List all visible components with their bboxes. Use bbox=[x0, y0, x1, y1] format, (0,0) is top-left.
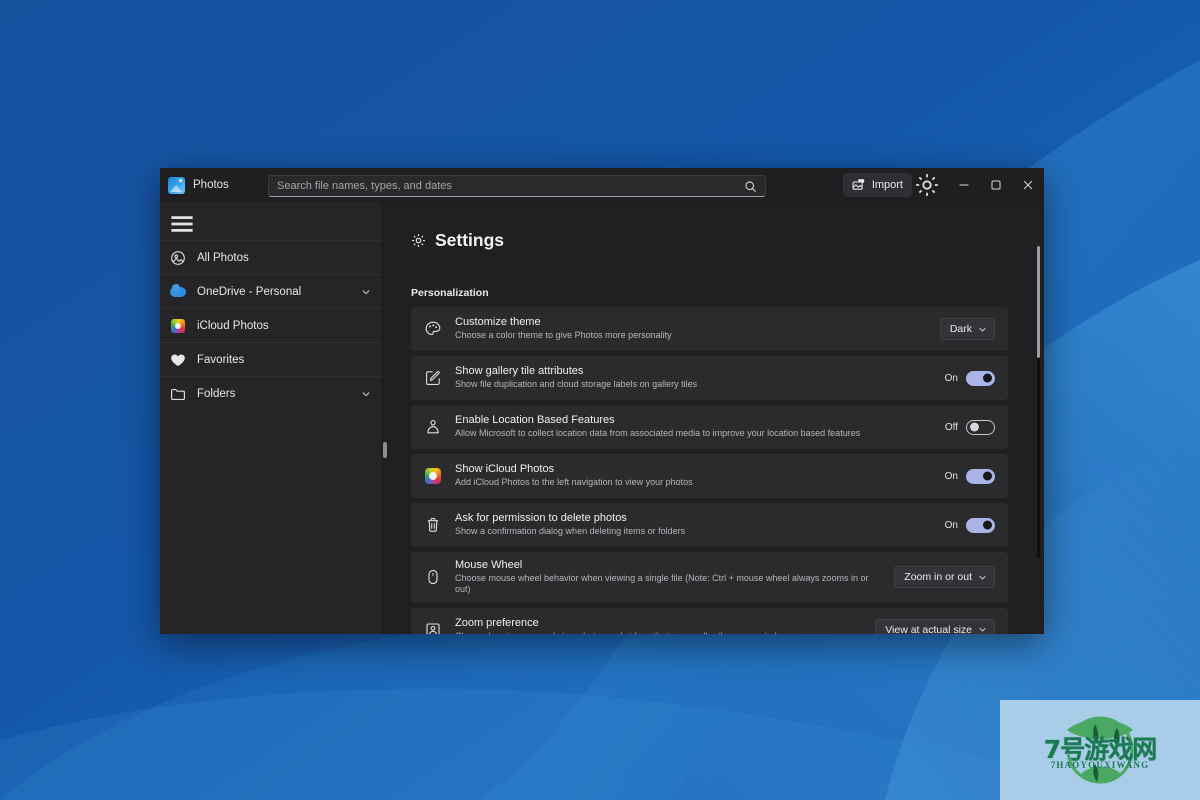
settings-button[interactable] bbox=[914, 173, 940, 197]
photos-app-window: Photos Import bbox=[160, 168, 1044, 634]
maximize-button[interactable] bbox=[980, 168, 1012, 202]
app-body: All Photos OneDrive - Personal iCloud Ph… bbox=[160, 202, 1044, 634]
sidebar-item-label: iCloud Photos bbox=[197, 319, 269, 332]
sidebar-item-label: Folders bbox=[197, 387, 236, 400]
import-photos-icon bbox=[852, 178, 865, 190]
toggle-state-label: Off bbox=[944, 421, 958, 433]
menu-lines-icon bbox=[171, 216, 193, 232]
setting-row-mouse-wheel[interactable]: Mouse Wheel Choose mouse wheel behavior … bbox=[411, 552, 1008, 603]
setting-description: Add iCloud Photos to the left navigation… bbox=[455, 477, 693, 488]
sidebar-resize-handle[interactable] bbox=[383, 442, 387, 458]
setting-title: Customize theme bbox=[455, 316, 541, 329]
toggle-state-label: On bbox=[944, 372, 958, 384]
toggle-state-label: On bbox=[944, 519, 958, 531]
onedrive-icon bbox=[170, 283, 186, 300]
all-photos-icon bbox=[170, 250, 186, 266]
edit-square-icon bbox=[424, 369, 442, 387]
setting-title: Mouse Wheel bbox=[455, 559, 523, 571]
setting-description: Choose a color theme to give Photos more… bbox=[455, 330, 672, 341]
palette-icon bbox=[424, 320, 442, 338]
mouse-icon bbox=[424, 568, 442, 586]
trash-icon bbox=[424, 516, 442, 534]
theme-dropdown-value: Dark bbox=[949, 323, 972, 335]
hamburger-icon[interactable] bbox=[165, 208, 199, 240]
search-input[interactable] bbox=[277, 180, 744, 192]
sidebar-item-label: Favorites bbox=[197, 353, 245, 366]
sidebar-item-all-photos[interactable]: All Photos bbox=[160, 240, 381, 274]
icloud-photos-icon bbox=[170, 318, 186, 334]
chevron-down-icon bbox=[979, 327, 986, 332]
chevron-down-icon[interactable] bbox=[361, 389, 371, 399]
setting-description: Show file duplication and cloud storage … bbox=[455, 379, 698, 390]
sidebar-item-icloud-photos[interactable]: iCloud Photos bbox=[160, 308, 381, 342]
setting-row-show-icloud-photos[interactable]: Show iCloud Photos Add iCloud Photos to … bbox=[411, 454, 1008, 498]
search-icon[interactable] bbox=[744, 180, 757, 193]
sidebar-item-favorites[interactable]: Favorites bbox=[160, 342, 381, 376]
minimize-icon bbox=[959, 184, 969, 186]
setting-title: Enable Location Based Features bbox=[455, 414, 615, 427]
setting-title: Zoom preference bbox=[455, 616, 539, 629]
app-title: Photos bbox=[193, 179, 229, 191]
setting-row-gallery-tile-attributes[interactable]: Show gallery tile attributes Show file d… bbox=[411, 356, 1008, 400]
show-icloud-photos-toggle[interactable] bbox=[966, 468, 995, 484]
chevron-down-icon bbox=[979, 575, 986, 580]
chevron-down-icon[interactable] bbox=[361, 287, 371, 297]
setting-description: Allow Microsoft to collect location data… bbox=[455, 428, 861, 439]
photos-app-icon bbox=[168, 176, 185, 194]
ask-permission-delete-toggle[interactable] bbox=[966, 517, 995, 533]
import-button-label: Import bbox=[871, 179, 903, 191]
sidebar-item-label: OneDrive - Personal bbox=[197, 285, 302, 298]
setting-description: Choose mouse wheel behavior when viewing… bbox=[455, 573, 869, 595]
sidebar-item-folders[interactable]: Folders bbox=[160, 376, 381, 410]
gear-icon bbox=[916, 174, 938, 196]
settings-list: Customize theme Choose a color theme to … bbox=[411, 307, 1008, 634]
titlebar-right: Import bbox=[842, 168, 1044, 202]
section-label-personalization: Personalization bbox=[411, 287, 489, 299]
setting-row-location-based-features[interactable]: Enable Location Based Features Allow Mic… bbox=[411, 405, 1008, 449]
titlebar: Photos Import bbox=[160, 168, 1044, 202]
watermark-subtext: 7HAOYOUXIWANG bbox=[1050, 760, 1150, 770]
minimize-button[interactable] bbox=[948, 168, 980, 202]
settings-content: Settings Personalization Customize theme… bbox=[381, 202, 1044, 634]
site-watermark: 7号游戏网 7HAOYOUXIWANG bbox=[1000, 700, 1200, 800]
zoom-preference-dropdown-value: View at actual size bbox=[885, 623, 972, 635]
chevron-down-icon bbox=[979, 627, 986, 632]
vertical-scrollbar[interactable] bbox=[1037, 246, 1040, 558]
setting-title: Show iCloud Photos bbox=[455, 463, 555, 476]
theme-dropdown[interactable]: Dark bbox=[939, 318, 995, 340]
setting-title: Show gallery tile attributes bbox=[455, 365, 584, 378]
close-icon bbox=[1023, 180, 1033, 190]
page-title-text: Settings bbox=[435, 230, 505, 250]
search-box[interactable] bbox=[268, 175, 766, 197]
folder-icon bbox=[170, 386, 186, 402]
restore-icon bbox=[991, 180, 1001, 190]
window-controls bbox=[948, 168, 1044, 202]
mouse-wheel-dropdown[interactable]: Zoom in or out bbox=[894, 566, 995, 589]
import-button[interactable]: Import bbox=[842, 173, 912, 197]
navigation-sidebar: All Photos OneDrive - Personal iCloud Ph… bbox=[160, 202, 381, 634]
zoom-preference-dropdown[interactable]: View at actual size bbox=[875, 618, 995, 635]
setting-row-customize-theme[interactable]: Customize theme Choose a color theme to … bbox=[411, 307, 1008, 351]
gear-icon bbox=[412, 234, 425, 247]
sidebar-item-label: All Photos bbox=[197, 251, 249, 264]
setting-description: Show a confirmation dialog when deleting… bbox=[455, 526, 686, 537]
setting-row-zoom-preference[interactable]: Zoom preference Choose how to open and v… bbox=[411, 607, 1008, 635]
app-brand: Photos bbox=[160, 176, 268, 194]
gallery-tile-attributes-toggle[interactable] bbox=[966, 370, 995, 386]
icloud-photos-icon bbox=[424, 467, 442, 485]
sidebar-item-onedrive-personal[interactable]: OneDrive - Personal bbox=[160, 274, 381, 308]
mouse-wheel-dropdown-value: Zoom in or out bbox=[904, 571, 972, 584]
heart-icon bbox=[170, 352, 186, 368]
setting-title: Ask for permission to delete photos bbox=[455, 512, 627, 525]
location-person-icon bbox=[424, 418, 442, 436]
image-zoom-icon bbox=[424, 621, 442, 634]
location-based-features-toggle[interactable] bbox=[966, 419, 995, 435]
scrollbar-thumb[interactable] bbox=[1037, 246, 1040, 358]
close-button[interactable] bbox=[1012, 168, 1044, 202]
toggle-state-label: On bbox=[944, 470, 958, 482]
setting-row-ask-permission-delete[interactable]: Ask for permission to delete photos Show… bbox=[411, 503, 1008, 547]
setting-description: Choose how to open and view photos and v… bbox=[455, 631, 865, 634]
page-title: Settings bbox=[411, 230, 1044, 251]
